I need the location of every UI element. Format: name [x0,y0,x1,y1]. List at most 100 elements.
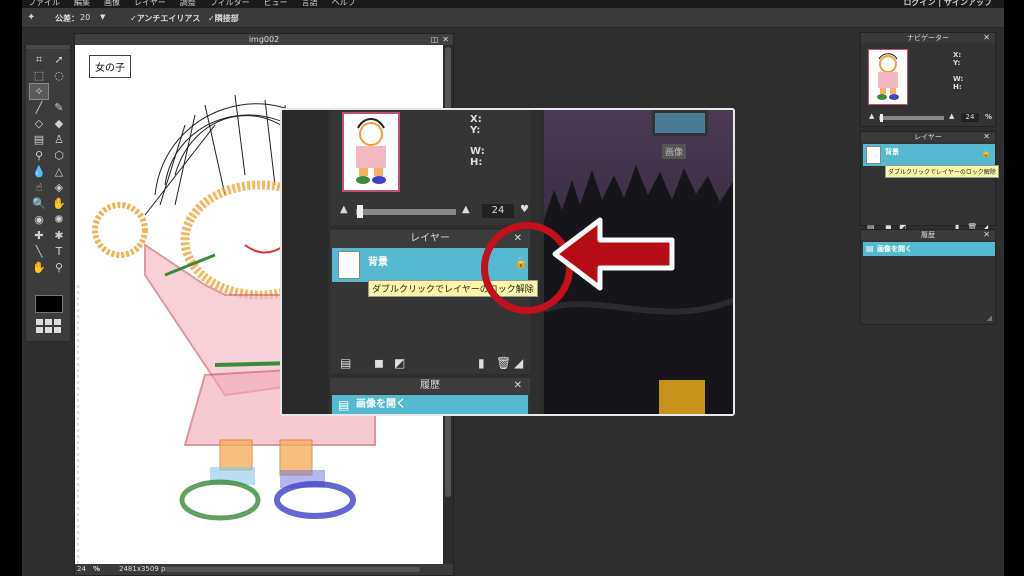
layer-row[interactable]: 背景 🔒 [863,144,995,166]
magic-wand-icon: ✦ [27,12,36,23]
close-icon[interactable]: ✕ [983,33,990,43]
smudge-tool-icon[interactable]: ☝ [30,180,48,195]
layers-title: レイヤー [914,133,942,141]
color-swatch[interactable] [35,295,63,313]
stamp-tool-icon[interactable]: ♙ [50,132,68,147]
inset-history-header: 履歴 ✕ [330,378,530,394]
inset-history-label: 画像を開く [356,399,406,410]
marquee-tool-icon[interactable]: ⬚ [30,68,48,83]
resize-handle-icon: ◢ [514,356,524,370]
close-icon[interactable]: ✕ [442,34,449,45]
color-picker-tool-icon[interactable]: ╲ [30,244,48,259]
mask-icon: ◼ [374,356,384,370]
navigator-h-label: H: [953,83,962,91]
crop-tool-icon[interactable]: ⌗ [30,52,48,67]
fill-tool-icon[interactable]: ◆ [50,116,68,131]
navigator-header[interactable]: ナビゲーター ✕ [861,33,995,43]
drawing-left-leg [219,439,253,471]
pinch-tool-icon[interactable]: ✱ [50,228,68,243]
inset-h-label: H: [470,157,483,168]
color-replace-tool-icon[interactable]: ⚲ [30,148,48,163]
zoom-slider-knob[interactable] [880,114,883,122]
zoom-inset: X: Y: W: H: ▲ ▲ 24 ♥ レイヤー ✕ 背景 🔒 ダブルクリック… [280,108,735,416]
spot-heal-tool-icon[interactable]: ✺ [50,212,68,227]
brush-tool-icon[interactable]: ✎ [50,100,68,115]
menu-filter[interactable]: フィルター [210,0,250,8]
inset-layer-buttons: ▤ ◼ ◩ ▮ 🗑 ◢ [340,356,526,370]
zoom-input[interactable]: 24 [77,564,86,575]
inset-history-item: ▤ 画像を開く [332,395,528,414]
empty-tool-slot [50,84,68,99]
layers-panel: レイヤー ✕ 背景 🔒 ダブルクリックでレイヤーのロック解除 ▤ ◼ ◩ ▮ 🗑… [860,131,999,232]
zoom-out-icon: ▲ [340,204,348,215]
blur-tool-icon[interactable]: 💧 [30,164,48,179]
close-icon[interactable]: ✕ [983,230,990,240]
lock-icon[interactable]: 🔒 [981,149,991,158]
gradient-tool-icon[interactable]: ▤ [30,132,48,147]
contiguous-checkbox[interactable]: ✓隣接部 [208,13,239,24]
navigator-thumbnail[interactable] [868,49,908,105]
zoom-tool-icon[interactable]: ⚲ [50,260,68,275]
zoom-out-icon[interactable]: ▲ [869,112,874,120]
contiguous-label: 隣接部 [214,14,239,23]
history-header[interactable]: 履歴 ✕ [861,230,995,240]
pencil-tool-icon[interactable]: ╱ [30,100,48,115]
eraser-tool-icon[interactable]: ◇ [30,116,48,131]
dodge-tool-icon[interactable]: 🔍 [30,196,48,211]
navigator-zoom-unit: % [985,113,993,121]
navigator-zoom-input[interactable]: 24 [961,113,979,122]
navigator-y-label: Y: [953,59,961,67]
menu-edit[interactable]: 編集 [74,0,90,8]
burn-tool-icon[interactable]: ✋ [50,196,68,211]
inset-wh: W: H: [470,146,485,168]
app-window: ファイル 編集 画像 レイヤー 調整 フィルター ビュー 言語 ヘルプ ログイン… [22,0,1004,576]
restore-icon[interactable]: ◫ [431,34,439,45]
lasso-tool-icon[interactable]: ◌ [50,68,68,83]
hand-tool-icon[interactable]: ✋ [30,260,48,275]
tolerance-input[interactable]: 20 [80,13,90,22]
zoom-in-icon[interactable]: ▲ [949,112,954,120]
draw-tool-icon[interactable]: ⬡ [50,148,68,163]
redeye-tool-icon[interactable]: ◉ [30,212,48,227]
tolerance-dropdown-icon[interactable]: ▼ [100,13,105,21]
horizontal-scrollbar[interactable] [165,567,420,572]
type-tool-icon[interactable]: T [50,244,68,259]
menu-image[interactable]: 画像 [104,0,120,8]
layers-header[interactable]: レイヤー ✕ [861,132,995,142]
history-icon: ▤ [866,244,874,253]
menu-adjust[interactable]: 調整 [180,0,196,8]
menu-file[interactable]: ファイル [28,0,60,8]
navigator-wh: W: H: [953,75,963,91]
zoom-slider[interactable] [879,116,944,120]
inset-thumb-drawing [356,118,386,184]
antialias-label: アンチエイリアス [136,14,201,23]
antialias-checkbox[interactable]: ✓アンチエイリアス [130,13,200,24]
history-item[interactable]: ▤ 画像を開く [863,242,995,256]
menu-layer[interactable]: レイヤー [134,0,166,8]
inset-layer-thumbnail [338,251,360,279]
resize-handle-icon[interactable]: ◢ [987,314,992,322]
document-titlebar[interactable]: img002 ◫ ✕ [75,34,453,45]
document-title: img002 [248,35,280,44]
tool-options-bar: ✦ 公差： 20 ▼ ✓アンチエイリアス ✓隣接部 [22,8,1004,28]
magic-wand-tool-icon[interactable]: ✧ [29,83,49,100]
move-tool-icon[interactable]: ➚ [50,52,68,67]
navigator-xy: X: Y: [953,51,961,67]
sharpen-tool-icon[interactable]: △ [50,164,68,179]
close-icon[interactable]: ✕ [983,132,990,142]
history-item-label: 画像を開く [877,245,912,253]
menu-view[interactable]: ビュー [264,0,288,8]
history-icon: ▤ [338,398,350,412]
layer-settings-icon: ▤ [340,356,352,370]
login-signup-link[interactable]: ログイン | サインアップ [904,0,993,8]
sponge-tool-icon[interactable]: ◈ [50,180,68,195]
menu-help[interactable]: ヘルプ [332,0,356,8]
inset-history-title: 履歴 [420,380,440,391]
inset-navigator: X: Y: W: H: ▲ ▲ 24 ♥ [330,110,530,225]
menu-language[interactable]: 言語 [302,0,318,8]
bloat-tool-icon[interactable]: ✚ [30,228,48,243]
navigator-x-label: X: [953,51,962,59]
palette-grid-icon[interactable] [36,319,61,333]
inset-x-label: X: [470,114,482,125]
zoom-unit: % [93,565,101,573]
